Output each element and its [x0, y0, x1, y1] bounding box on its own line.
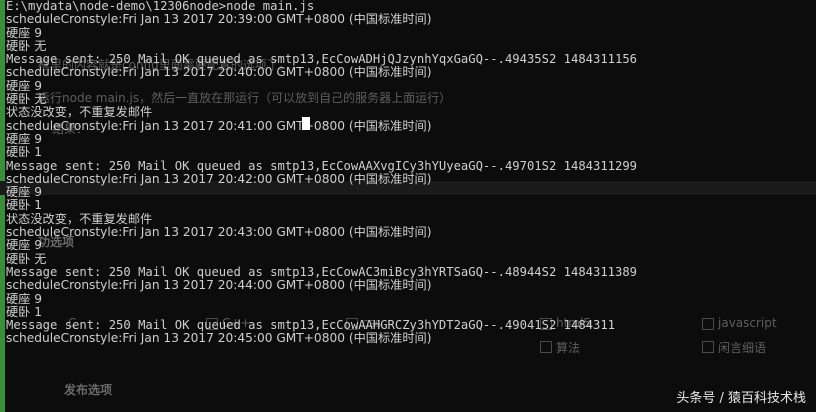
- console-line: scheduleCronstyle:Fri Jan 13 2017 20:42:…: [6, 172, 432, 186]
- console-line: scheduleCronstyle:Fri Jan 13 2017 20:43:…: [6, 226, 432, 240]
- window-left-edge: [0, 0, 5, 412]
- console-line: 状态没改变，不重复发邮件: [6, 106, 153, 120]
- console-line: 硬卧 1: [6, 199, 43, 213]
- console-line: scheduleCronstyle:Fri Jan 13 2017 20:39:…: [6, 13, 432, 27]
- console-line: 硬座 9: [6, 26, 43, 40]
- console-line: Message sent: 250 Mail OK queued as smtp…: [6, 159, 638, 173]
- console-line: E:\mydata\node-demo\12306node>node main.…: [6, 0, 315, 13]
- console-line: scheduleCronstyle:Fri Jan 13 2017 20:40:…: [6, 66, 432, 80]
- console-output[interactable]: E:\mydata\node-demo\12306node>node main.…: [6, 0, 811, 346]
- background-heading: 发布选项: [64, 383, 113, 397]
- console-line: 硬卧 1: [6, 305, 43, 319]
- console-line: scheduleCronstyle:Fri Jan 13 2017 20:44:…: [6, 279, 432, 293]
- console-line: Message sent: 250 Mail OK queued as smtp…: [6, 265, 638, 279]
- console-line: 硬卧 1: [6, 146, 43, 160]
- console-line: 状态没改变，不重复发邮件: [6, 212, 153, 226]
- console-line: scheduleCronstyle:Fri Jan 13 2017 20:45:…: [6, 332, 432, 346]
- console-line: scheduleCronstyle:Fri Jan 13 2017 20:41:…: [6, 119, 432, 133]
- console-line: 硬卧 无: [6, 93, 47, 107]
- console-line: 硬座 9: [6, 186, 43, 200]
- watermark-text: 头条号 / 猿百科技术栈: [676, 391, 806, 406]
- console-line: 硬卧 无: [6, 252, 47, 266]
- console-line: 硬座 9: [6, 239, 43, 253]
- console-line: 硬座 9: [6, 292, 43, 306]
- console-line: Message sent: 250 Mail OK queued as smtp…: [6, 53, 638, 67]
- console-line: 硬座 9: [6, 132, 43, 146]
- console-line: 硬卧 无: [6, 39, 47, 53]
- console-line: 硬座 9: [6, 79, 43, 93]
- text-cursor: [302, 117, 310, 130]
- console-line: Message sent: 250 Mail OK queued as smtp…: [6, 319, 616, 333]
